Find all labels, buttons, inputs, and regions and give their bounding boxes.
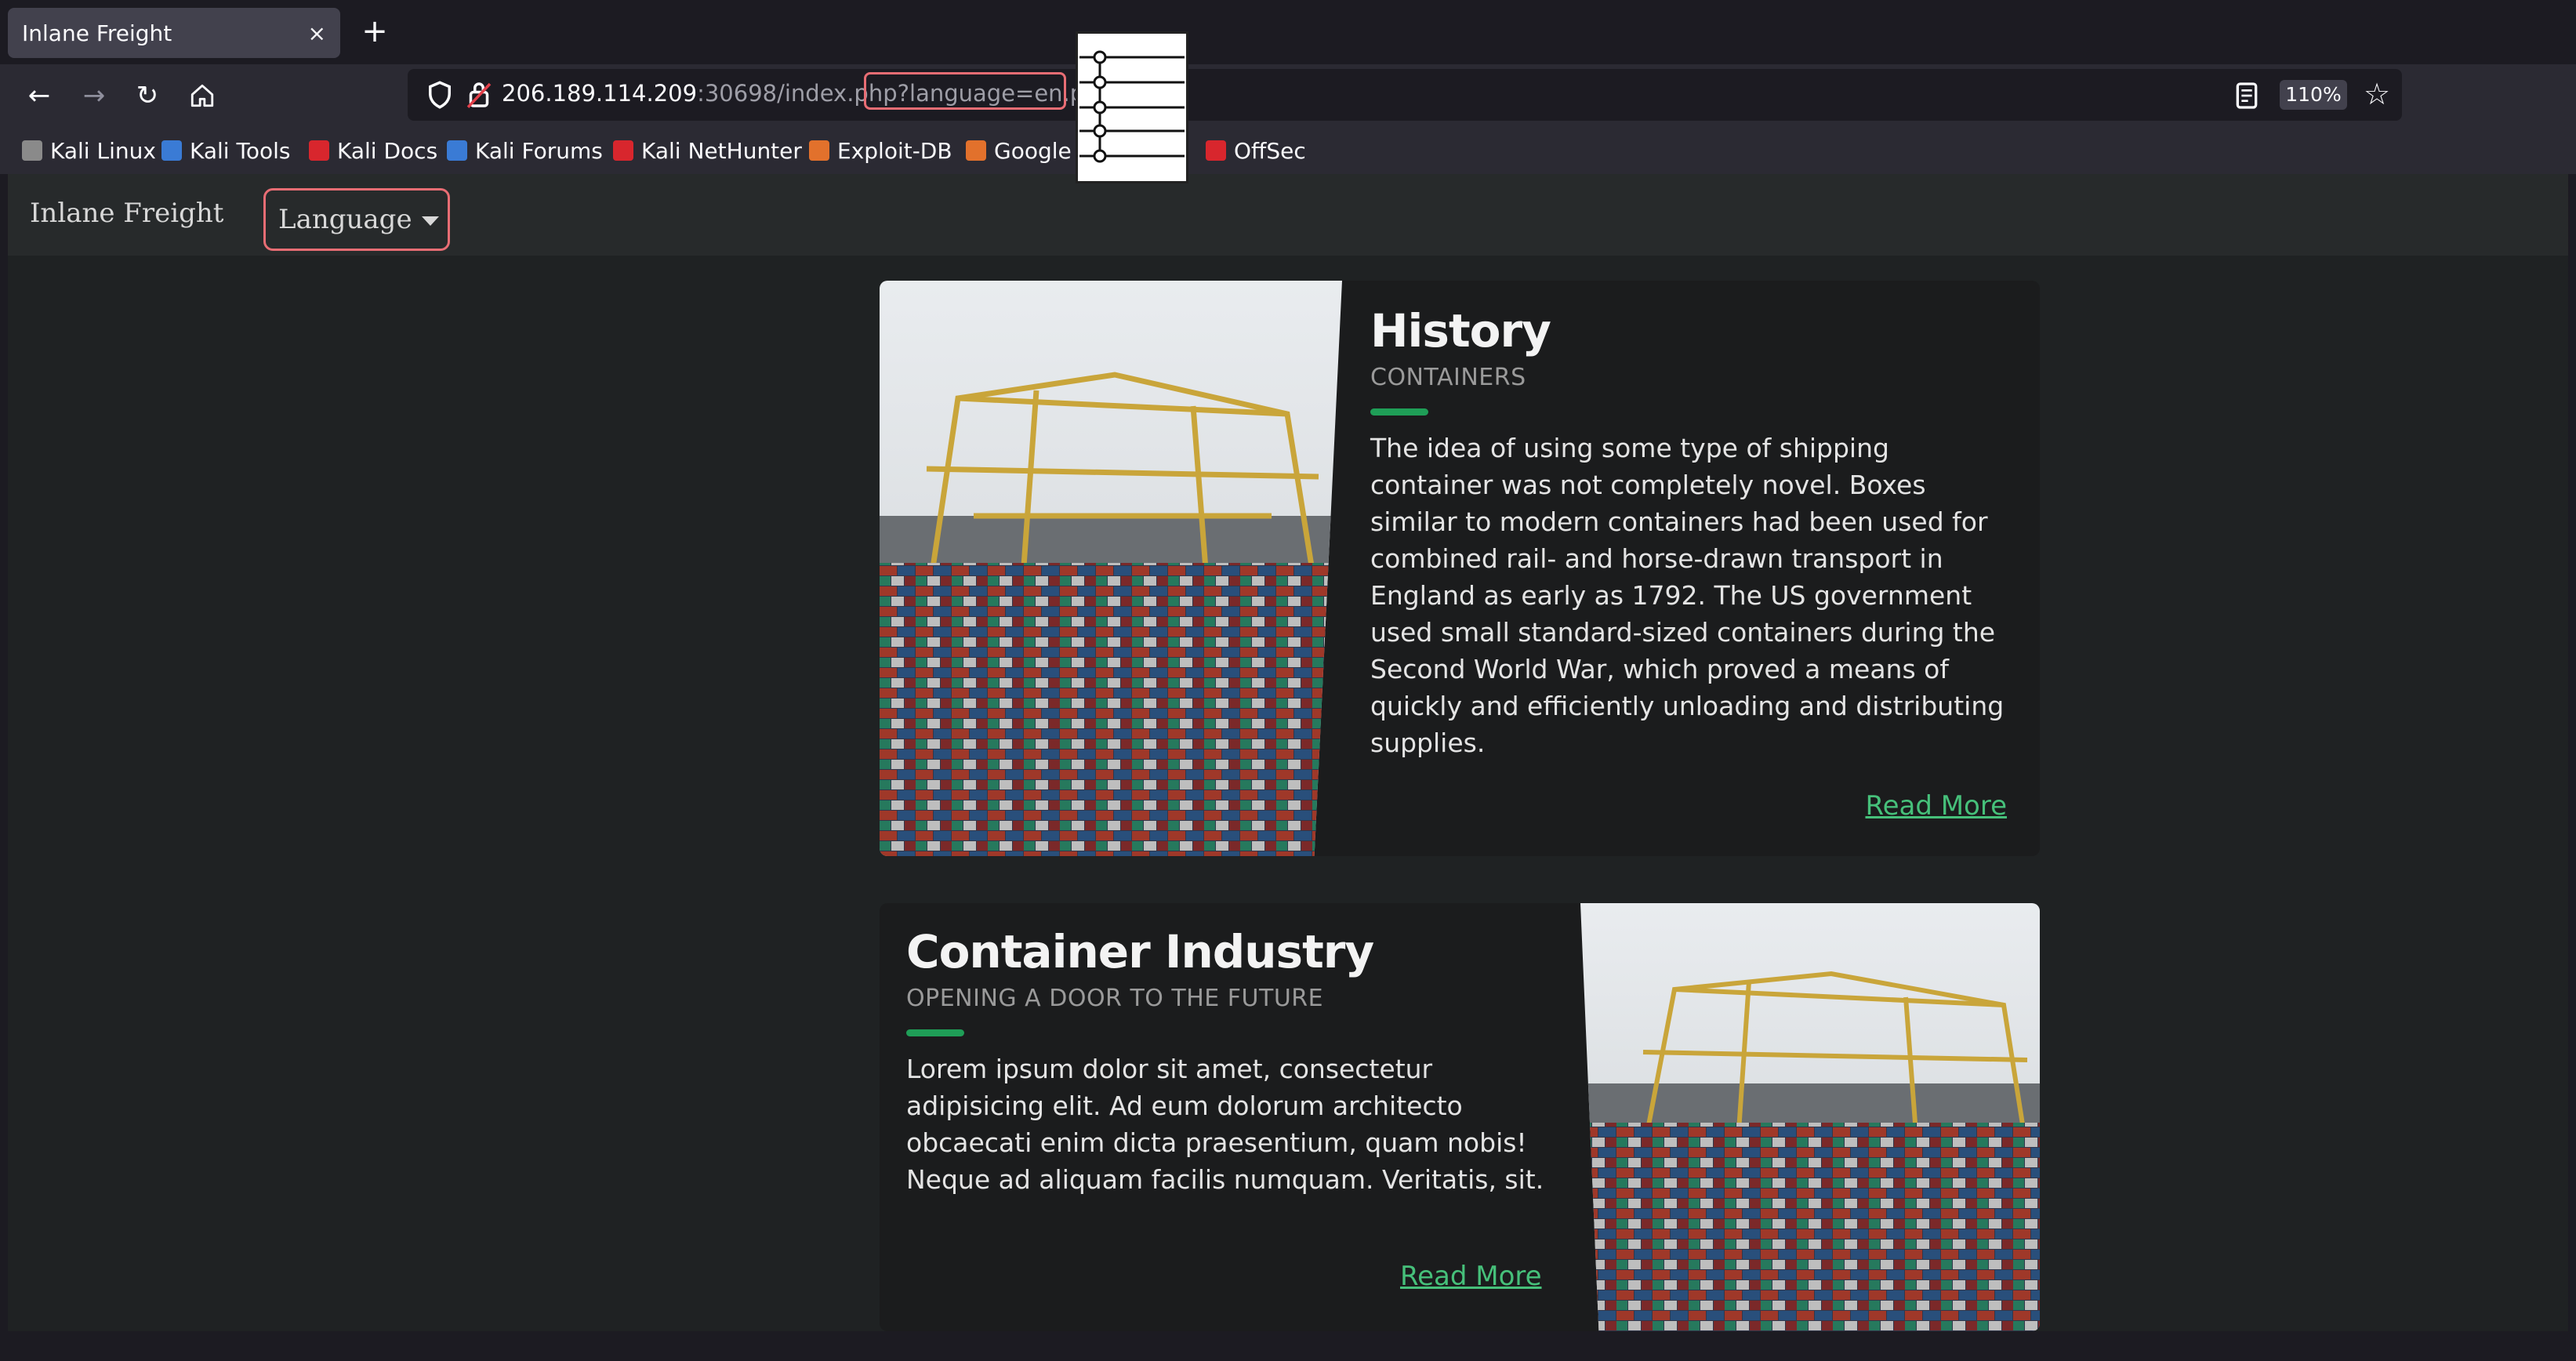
kali-nethunter-icon xyxy=(613,140,633,161)
bookmark-label: Exploit-DB xyxy=(837,137,952,164)
reader-view-icon[interactable] xyxy=(2231,80,2262,111)
url-parameter-highlight xyxy=(864,72,1066,110)
google-hacking-db-icon xyxy=(966,140,986,161)
card-body-text: The idea of using some type of shipping … xyxy=(1370,433,2005,758)
annotation-diagram-overlay xyxy=(1076,31,1188,183)
back-arrow-icon[interactable]: ← xyxy=(17,74,61,118)
bookmark-label: Kali Forums xyxy=(475,137,603,164)
bookmark-label: OffSec xyxy=(1234,137,1306,164)
caret-down-icon xyxy=(421,216,439,226)
site-navbar: Inlane Freight Language xyxy=(8,174,2568,256)
exploit-db-icon xyxy=(809,140,829,161)
bookmark-google[interactable]: Google xyxy=(966,135,1072,166)
bookmark-label: Kali Linux xyxy=(50,137,156,164)
reload-icon[interactable]: ↻ xyxy=(125,74,169,118)
bookmark-kali-linux[interactable]: Kali Linux xyxy=(22,135,156,166)
tab-title: Inlane Freight xyxy=(22,20,172,46)
site-brand[interactable]: Inlane Freight xyxy=(30,198,223,229)
bookmark-offsec[interactable]: OffSec xyxy=(1206,135,1306,166)
bookmark-kali-docs[interactable]: Kali Docs xyxy=(309,135,437,166)
card-title: History xyxy=(1370,304,1551,357)
window-bottom-edge xyxy=(0,1331,2576,1361)
bookmark-kali-nethunter[interactable]: Kali NetHunter xyxy=(613,135,802,166)
web-page: Inlane Freight Language History CONTAINE… xyxy=(8,174,2568,1331)
card-subtitle: CONTAINERS xyxy=(1370,364,1526,391)
read-more-link[interactable]: Read More xyxy=(1400,1261,1542,1292)
bookmarks-toolbar: Kali Linux Kali Tools Kali Docs Kali For… xyxy=(0,127,2576,174)
accent-divider xyxy=(1370,408,1428,416)
insecure-lock-icon[interactable] xyxy=(463,78,495,111)
kali-docs-icon xyxy=(309,140,329,161)
container-port-image xyxy=(1580,903,2040,1331)
address-bar[interactable]: 206.189.114.209:30698/index.php?language… xyxy=(408,69,2402,121)
card-title: Container Industry xyxy=(906,925,1374,978)
bookmark-label: Google xyxy=(994,137,1072,164)
new-tab-icon[interactable]: + xyxy=(357,14,392,49)
kali-forums-icon xyxy=(447,140,467,161)
card-subtitle: OPENING A DOOR TO THE FUTURE xyxy=(906,985,1324,1012)
tab-strip: Inlane Freight × + xyxy=(0,0,2576,64)
kali-dragon-icon xyxy=(22,140,42,161)
bookmark-kali-tools[interactable]: Kali Tools xyxy=(161,135,290,166)
tracking-shield-icon[interactable] xyxy=(423,78,456,111)
read-more-link[interactable]: Read More xyxy=(1865,790,2007,822)
bookmark-label: Kali Tools xyxy=(190,137,291,164)
accent-divider xyxy=(906,1029,964,1036)
bookmark-exploit-db[interactable]: Exploit-DB xyxy=(809,135,952,166)
bookmark-kali-forums[interactable]: Kali Forums xyxy=(447,135,603,166)
language-dropdown-button[interactable]: Language xyxy=(263,188,450,251)
zoom-level-badge[interactable]: 110% xyxy=(2280,80,2347,110)
history-card: History CONTAINERS The idea of using som… xyxy=(880,281,2040,856)
card-body-text: Lorem ipsum dolor sit amet, consectetur … xyxy=(906,1054,1544,1195)
bookmark-label: Kali Docs xyxy=(337,137,438,164)
container-industry-content: Container Industry OPENING A DOOR TO THE… xyxy=(906,925,1549,1198)
kali-tools-icon xyxy=(161,140,182,161)
offsec-icon xyxy=(1206,140,1226,161)
close-tab-icon[interactable]: × xyxy=(308,20,326,46)
forward-arrow-icon[interactable]: → xyxy=(72,74,116,118)
history-content: History CONTAINERS The idea of using som… xyxy=(1370,304,2013,761)
container-port-image xyxy=(880,281,1342,856)
language-label: Language xyxy=(278,204,412,235)
home-icon[interactable] xyxy=(180,74,224,118)
container-industry-card: Container Industry OPENING A DOOR TO THE… xyxy=(880,903,2040,1331)
bookmark-star-icon[interactable]: ☆ xyxy=(2360,77,2394,111)
url-host: 206.189.114.209 xyxy=(502,80,698,107)
bookmark-label: Kali NetHunter xyxy=(641,137,802,164)
browser-tab[interactable]: Inlane Freight × xyxy=(8,8,340,58)
navigation-toolbar: ← → ↻ 206.189.114.209:30698/index.php?la… xyxy=(0,64,2576,127)
